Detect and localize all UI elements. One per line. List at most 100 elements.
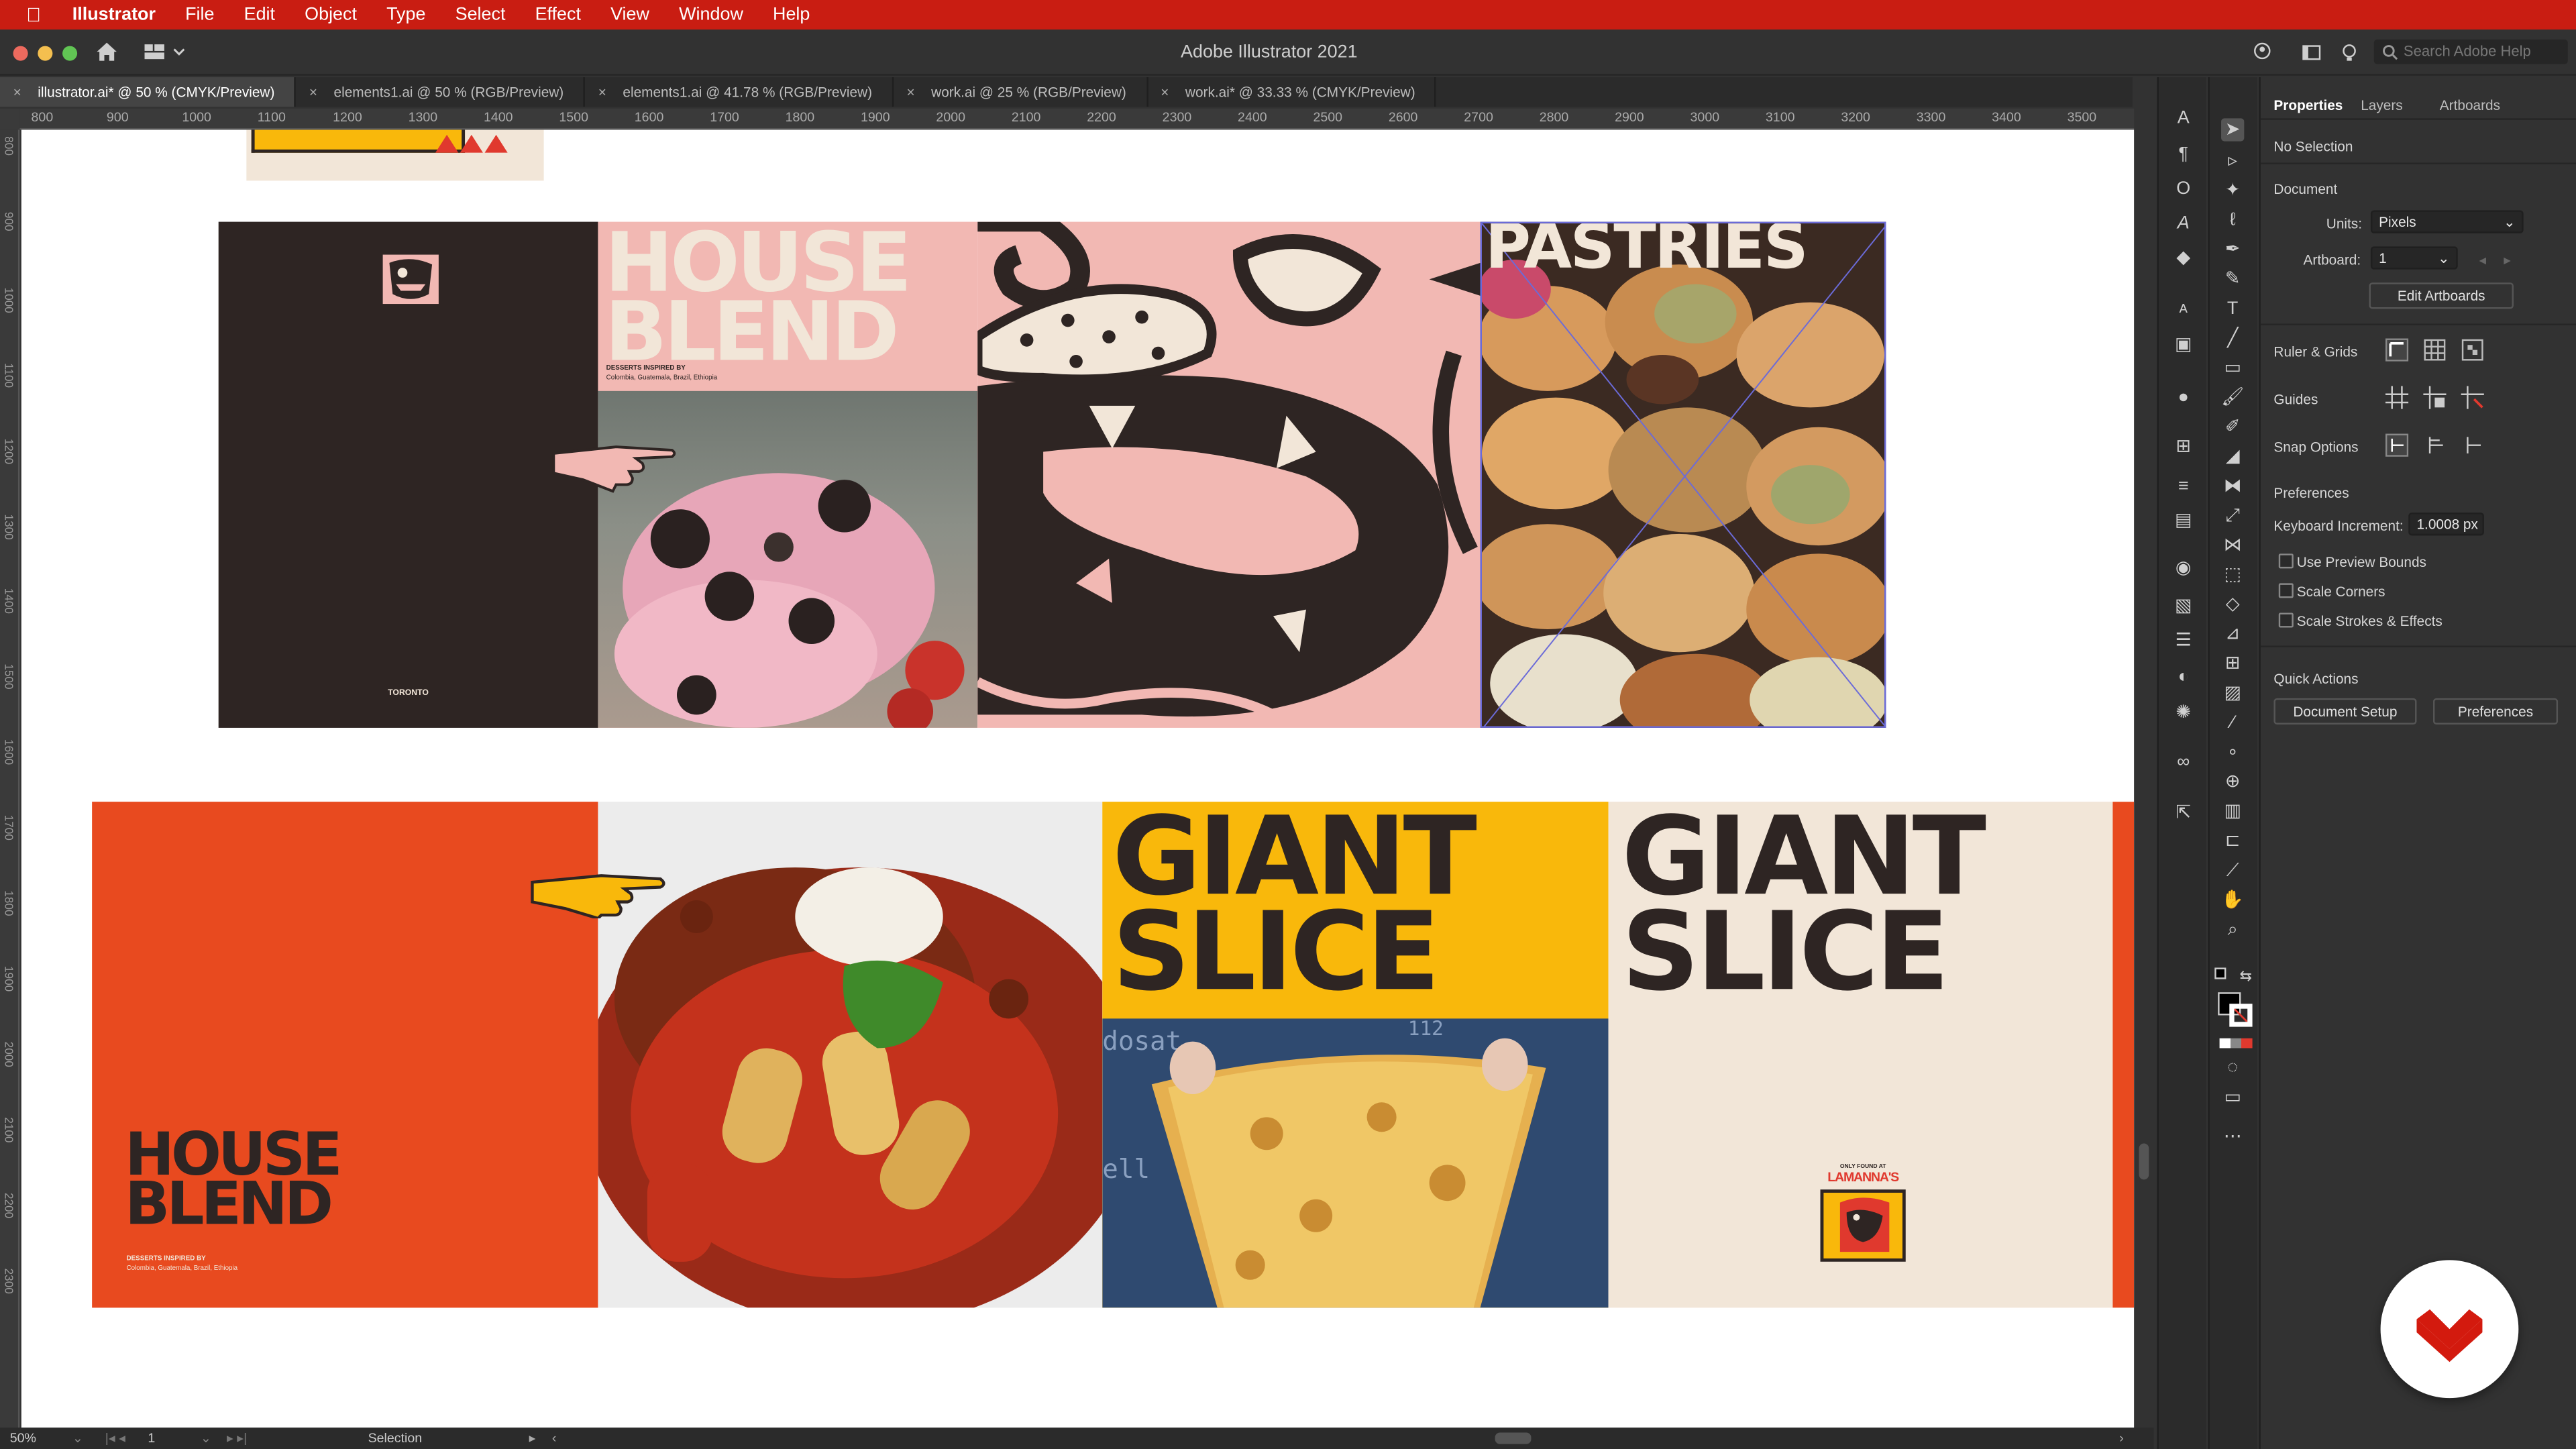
grid-icon[interactable]	[2423, 338, 2446, 361]
export-panel-icon[interactable]: ⇱	[2172, 802, 2195, 824]
edit-artboards-button[interactable]: Edit Artboards	[2369, 282, 2514, 309]
graphic-styles-icon[interactable]: ✺	[2172, 702, 2195, 724]
gradient-tool-icon[interactable]: ▨	[2221, 682, 2244, 704]
horizontal-ruler[interactable]: 800 900 1000 1100 1200 1300 1400 1500 1600 1700 18…	[19, 108, 2135, 130]
tab-elements1-41[interactable]: × elements1.ai @ 41.78 % (RGB/Preview)	[585, 77, 894, 107]
screen-mode-icon[interactable]: ▭	[2221, 1086, 2244, 1109]
show-guides-icon[interactable]	[2385, 386, 2409, 409]
hscroll-left-icon[interactable]: ‹	[552, 1431, 557, 1446]
reflect-tool-icon[interactable]: ⧓	[2221, 475, 2244, 498]
close-tab-icon[interactable]: ×	[309, 84, 317, 107]
smart-guides-icon[interactable]	[2461, 386, 2484, 409]
hscroll-right-icon[interactable]: ›	[2119, 1431, 2124, 1446]
close-tab-icon[interactable]: ×	[1161, 84, 1169, 107]
tab-work-33[interactable]: × work.ai* @ 33.33 % (CMYK/Preview)	[1148, 77, 1437, 107]
menu-object[interactable]: Object	[305, 5, 357, 24]
zoom-level[interactable]: 50%	[10, 1431, 36, 1446]
zoom-tool-icon[interactable]: ⌕	[2221, 918, 2244, 941]
menu-effect[interactable]: Effect	[535, 5, 581, 24]
artboard-pasta[interactable]	[598, 802, 1103, 1308]
color-panel-icon[interactable]: ◆	[2172, 246, 2195, 269]
curvature-tool-icon[interactable]: ✎	[2221, 268, 2244, 290]
color-mode-buttons[interactable]	[2219, 1038, 2253, 1049]
menu-select[interactable]: Select	[455, 5, 506, 24]
symbols-panel-icon[interactable]: ▣	[2172, 333, 2195, 356]
gradient-panel-icon[interactable]: ▧	[2172, 595, 2195, 618]
glyphs-panel-icon[interactable]: A	[2172, 212, 2195, 235]
edit-toolbar-icon[interactable]: ⋯	[2221, 1126, 2244, 1148]
tab-layers[interactable]: Layers	[2361, 97, 2402, 113]
selection-tool-icon[interactable]: ➤	[2221, 118, 2245, 142]
next-artboard-icon[interactable]: ▸	[2504, 252, 2510, 270]
lasso-tool-icon[interactable]: ℓ	[2221, 209, 2244, 231]
width-tool-icon[interactable]: ⋈	[2221, 534, 2244, 557]
paragraph-panel-icon[interactable]: ¶	[2172, 143, 2195, 166]
pen-tool-icon[interactable]: ✒	[2221, 238, 2244, 261]
scale-tool-icon[interactable]: ⤢	[2221, 504, 2244, 527]
slice-tool-icon[interactable]: ⟋	[2221, 859, 2244, 882]
units-select[interactable]: Pixels ⌄	[2370, 210, 2524, 233]
discover-lightbulb-icon[interactable]	[2339, 43, 2359, 62]
shape-builder-tool-icon[interactable]: ◇	[2221, 593, 2244, 616]
partial-artboard-top[interactable]	[246, 129, 544, 181]
artboard-giant-slice-yellow[interactable]: GIANT SLICE dosat ell 112	[1102, 802, 1609, 1308]
paintbrush-tool-icon[interactable]: 🖌	[2221, 386, 2244, 409]
symbol-sprayer-tool-icon[interactable]: ⊕	[2221, 771, 2244, 794]
scale-strokes-checkbox[interactable]	[2278, 612, 2294, 628]
artboard-giant-slice-cream[interactable]: GIANT SLICE ONLY FOUND AT LAMANNA'S	[1608, 802, 2135, 1308]
magic-wand-tool-icon[interactable]: ✦	[2221, 179, 2244, 202]
menu-view[interactable]: View	[610, 5, 649, 24]
artboard-tool-icon[interactable]: ⊏	[2221, 830, 2244, 853]
tab-work-25[interactable]: × work.ai @ 25 % (RGB/Preview)	[894, 77, 1148, 107]
opentype-panel-icon[interactable]: O	[2172, 177, 2195, 200]
type-tool-icon[interactable]: T	[2221, 297, 2244, 320]
zoom-dropdown-icon[interactable]: ⌄	[72, 1431, 83, 1446]
transform-panel-icon[interactable]: ⊞	[2172, 435, 2195, 458]
artboard-canvas[interactable]: TORONTO HOUSE BLEND DESSERTS INSPIRED BY…	[21, 129, 2135, 1428]
close-tab-icon[interactable]: ×	[598, 84, 606, 107]
appearance-panel-icon[interactable]: ●	[2172, 386, 2195, 409]
scrollbar-thumb[interactable]	[2139, 1143, 2149, 1180]
scale-corners-checkbox[interactable]	[2278, 583, 2294, 598]
menu-type[interactable]: Type	[386, 5, 425, 24]
transparency-panel-icon[interactable]: ◐	[2172, 665, 2195, 688]
artboard-select[interactable]: 1 ⌄	[2370, 246, 2458, 270]
first-artboard-icon[interactable]: |◂ ◂	[105, 1431, 125, 1446]
draw-mode-icon[interactable]: ◌	[2221, 1057, 2244, 1079]
free-transform-tool-icon[interactable]: ⬚	[2221, 564, 2244, 586]
artboard-pastries[interactable]: PASTRIES	[1480, 221, 1886, 728]
canvas-vertical-scrollbar[interactable]	[2134, 108, 2154, 1428]
artboard-house-blend-orange[interactable]: HOUSE BLEND DESSERTS INSPIRED BY Colombi…	[92, 802, 598, 1308]
snap-to-point-icon[interactable]	[2385, 433, 2409, 457]
document-setup-button[interactable]: Document Setup	[2273, 698, 2417, 725]
ruler-icon[interactable]	[2385, 338, 2409, 362]
menu-app-name[interactable]: Illustrator	[72, 5, 156, 24]
vertical-ruler[interactable]: 800 900 1000 1100 1200 1300 1400 1500 1600 1700 18…	[0, 129, 20, 1428]
type-on-path-icon[interactable]: ᴬ	[2172, 301, 2195, 323]
direct-selection-tool-icon[interactable]: ▹	[2221, 150, 2244, 172]
artboard-monster-pattern[interactable]	[977, 221, 1481, 728]
stroke-panel-icon[interactable]: ☰	[2172, 629, 2195, 652]
tab-properties[interactable]: Properties	[2273, 97, 2343, 113]
stroke-color-swatch[interactable]	[2229, 1004, 2253, 1027]
default-colors-icon[interactable]	[2214, 967, 2226, 979]
align-panel-icon[interactable]: ≡	[2172, 475, 2195, 498]
line-tool-icon[interactable]: ╱	[2221, 327, 2244, 350]
arrange-documents-icon[interactable]	[2302, 43, 2321, 62]
apple-icon[interactable]: 	[26, 3, 49, 26]
tab-illustrator[interactable]: × illustrator.ai* @ 50 % (CMYK/Preview)	[0, 77, 297, 107]
blend-tool-icon[interactable]: ∘	[2221, 741, 2244, 763]
artboard-number[interactable]: 1	[148, 1431, 155, 1446]
menu-edit[interactable]: Edit	[244, 5, 275, 24]
blob-brush-tool-icon[interactable]: ✐	[2221, 416, 2244, 439]
hand-tool-icon[interactable]: ✋	[2221, 889, 2244, 912]
keyboard-increment-input[interactable]: 1.0008 px	[2408, 513, 2484, 536]
menu-help[interactable]: Help	[773, 5, 810, 24]
close-tab-icon[interactable]: ×	[907, 84, 915, 107]
pathfinder-panel-icon[interactable]: ▤	[2172, 509, 2195, 532]
ruler-origin[interactable]	[0, 108, 20, 130]
hscroll-thumb[interactable]	[1495, 1432, 1532, 1444]
artboard-dropdown-icon[interactable]: ⌄	[201, 1431, 211, 1446]
menu-window[interactable]: Window	[679, 5, 743, 24]
lock-guides-icon[interactable]	[2423, 386, 2447, 409]
